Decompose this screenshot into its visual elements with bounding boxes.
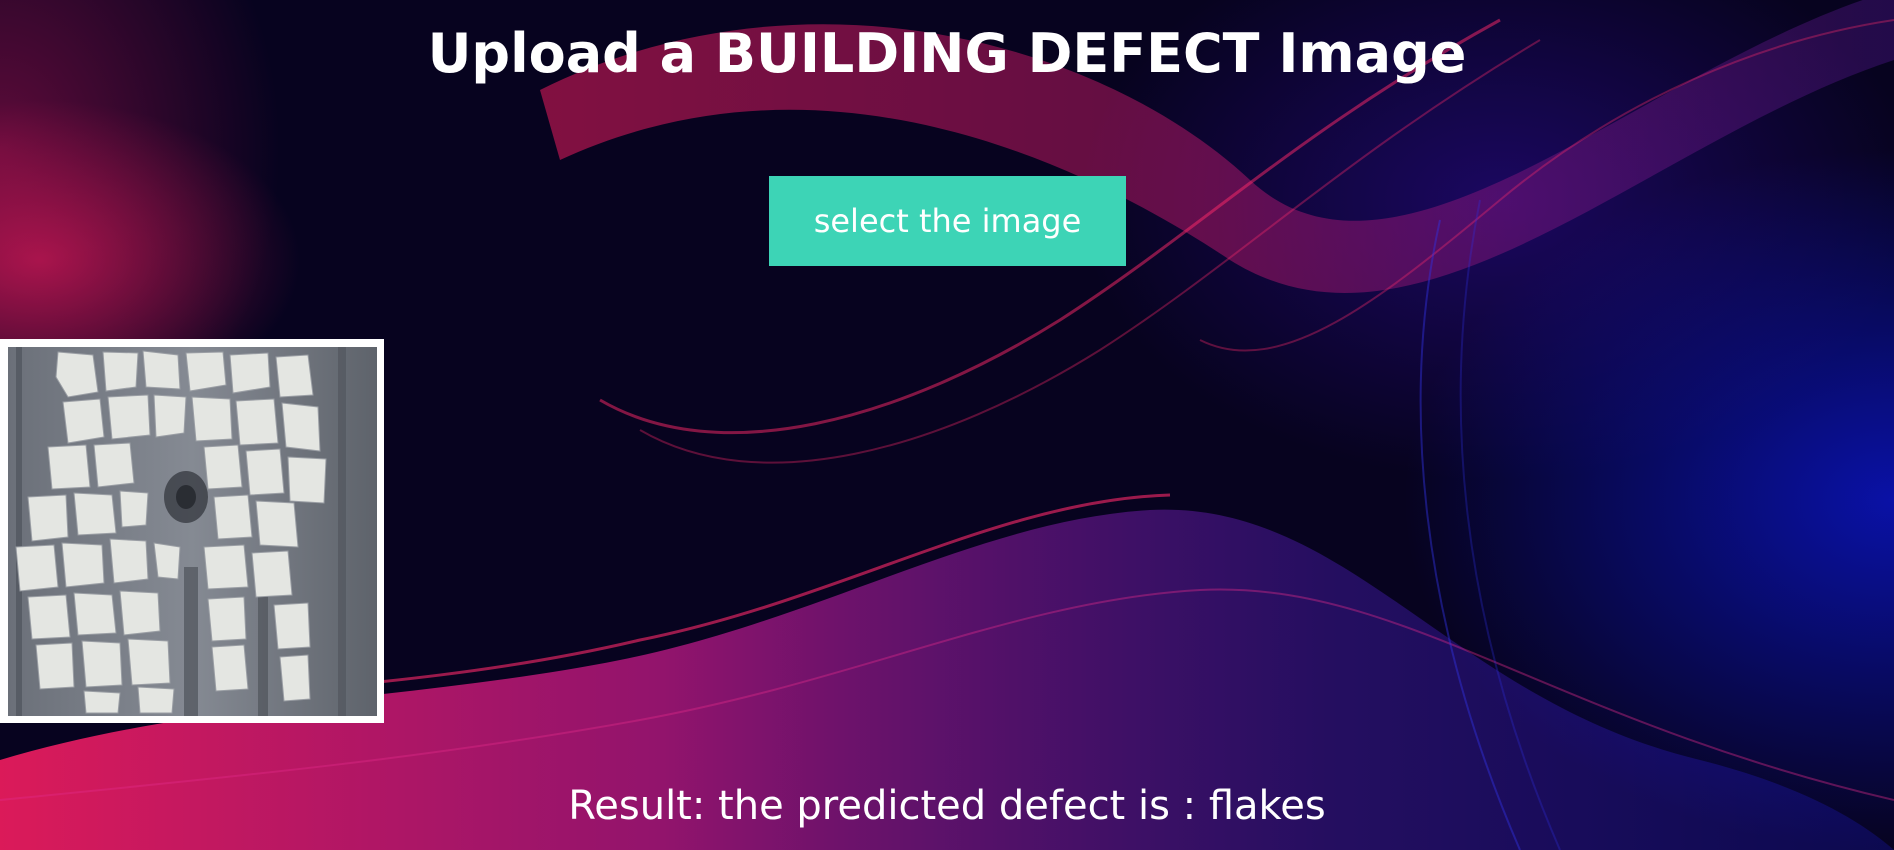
image-preview-frame	[0, 339, 384, 723]
page-title: Upload a BUILDING DEFECT Image	[427, 22, 1467, 85]
peeling-paint-photo-icon	[8, 347, 377, 716]
select-image-button[interactable]: select the image	[769, 176, 1126, 266]
page-background: Upload a BUILDING DEFECT Image select th…	[0, 0, 1894, 850]
prediction-result-text: Result: the predicted defect is : flakes	[568, 783, 1326, 829]
